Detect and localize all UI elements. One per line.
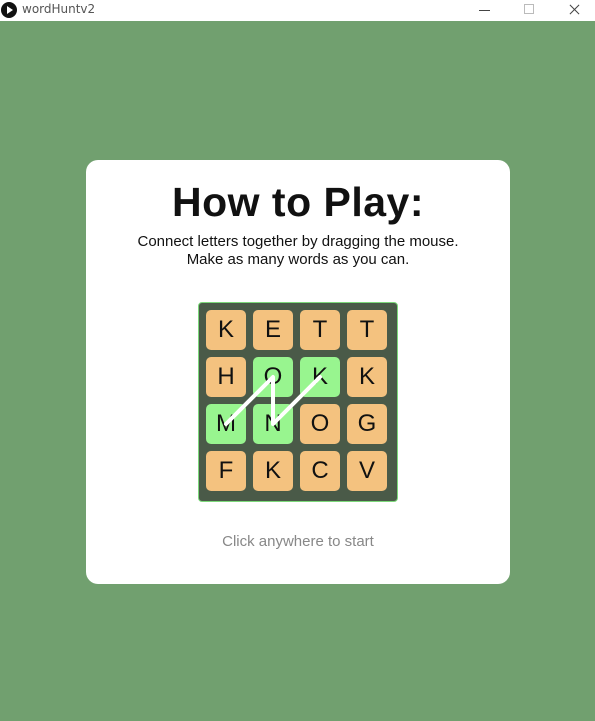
close-button[interactable] [551,0,595,21]
app-icon [1,2,17,18]
board-tile: H [206,357,246,397]
instruction-line-1: Connect letters together by dragging the… [137,233,459,250]
board-tile: K [206,310,246,350]
board-tile: K [347,357,387,397]
example-board: KETTHOKKMNOGFKCV [198,302,398,502]
board-tile: T [347,310,387,350]
title-bar: wordHuntv2 [0,0,595,21]
board-tile: V [347,451,387,491]
board-tile: F [206,451,246,491]
board-tile: E [253,310,293,350]
board-tile: T [300,310,340,350]
board-tile: N [253,404,293,444]
board-tile: O [253,357,293,397]
start-prompt[interactable]: Click anywhere to start [86,533,510,550]
minimize-button[interactable] [461,0,507,21]
maximize-button[interactable] [506,0,552,21]
board-tile: C [300,451,340,491]
board-tile: M [206,404,246,444]
board-tile: K [300,357,340,397]
instruction-line-2: Make as many words as you can. [186,251,410,268]
how-to-play-heading: How to Play: [171,179,425,225]
board-tile: K [253,451,293,491]
how-to-play-card[interactable]: How to Play: Connect letters together by… [86,160,510,584]
board-tile: G [347,404,387,444]
board-tile: O [300,404,340,444]
window-title: wordHuntv2 [22,2,96,16]
